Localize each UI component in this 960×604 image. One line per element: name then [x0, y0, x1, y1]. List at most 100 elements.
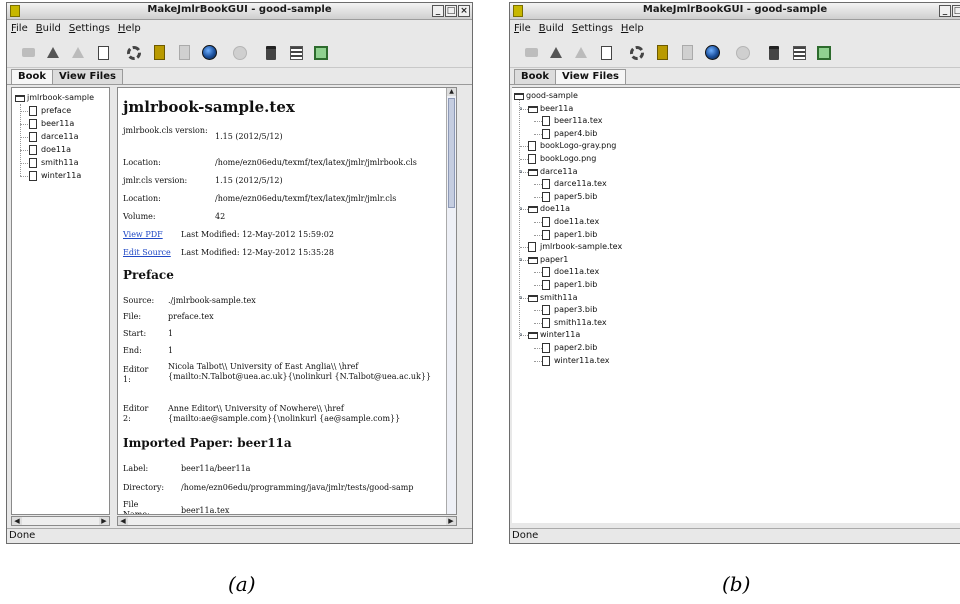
image-icon [314, 45, 328, 60]
paper-key: File Name: [123, 500, 150, 515]
tree-label: jmlrbook-sample [27, 93, 94, 102]
maximize-button[interactable]: □ [445, 5, 457, 17]
maximize-button[interactable]: □ [952, 5, 960, 17]
pdf-modified: Last Modified: 12-May-2012 15:59:02 [181, 230, 334, 239]
new-document-button[interactable] [595, 42, 617, 64]
preface-value: 1 [168, 346, 174, 355]
meta-key: jmlr.cls version: [123, 176, 188, 185]
open-button[interactable] [520, 42, 542, 64]
upload-button[interactable] [42, 42, 64, 64]
close-button[interactable]: × [458, 5, 470, 17]
file-icon [29, 106, 37, 116]
file-icon [542, 116, 550, 127]
file-icon [542, 267, 550, 278]
file-icon [542, 179, 550, 190]
tree-label: doe11a [540, 204, 570, 214]
menu-file[interactable]: File [514, 21, 531, 37]
tab-view-files[interactable]: View Files [555, 69, 626, 84]
settings-button[interactable] [626, 42, 648, 64]
scroll-right-icon[interactable]: ▶ [446, 517, 456, 525]
edit-source-link[interactable]: Edit Source [123, 248, 171, 258]
paper-key: Directory: [123, 483, 165, 492]
tree-label: paper1 [540, 254, 569, 264]
tab-bar: Book View Files [11, 69, 123, 84]
tree-label: paper1.bib [554, 229, 598, 239]
browser-button[interactable] [701, 42, 723, 64]
book-gray-button[interactable] [173, 42, 195, 64]
view-pdf-link[interactable]: View PDF [123, 230, 163, 240]
tree-label: doe11a.tex [554, 217, 600, 226]
upload-icon [550, 47, 562, 58]
title-bar[interactable]: MakeJmlrBookGUI - good-sample _ □ [510, 3, 960, 20]
status-bar: Done [512, 530, 539, 541]
build-book-button[interactable] [651, 42, 673, 64]
minimize-button[interactable]: _ [432, 5, 444, 17]
preface-value: 1 [168, 329, 174, 338]
file-icon [528, 242, 536, 253]
upload-icon [47, 47, 59, 58]
scroll-up-icon[interactable]: ▲ [447, 88, 456, 96]
minimize-button[interactable]: _ [939, 5, 951, 17]
image-button[interactable] [310, 42, 332, 64]
stop-button[interactable] [229, 42, 251, 64]
details-horizontal-scrollbar[interactable]: ◀ ▶ [117, 516, 457, 526]
meta-key: Location: [123, 158, 161, 167]
tree-horizontal-scrollbar[interactable]: ◀ ▶ [11, 516, 110, 526]
open-button[interactable] [17, 42, 39, 64]
tab-bar: Book View Files [514, 69, 626, 84]
meta-value: 42 [215, 212, 226, 221]
new-document-button[interactable] [92, 42, 114, 64]
document-icon [97, 45, 109, 60]
delete-button[interactable] [763, 42, 785, 64]
stop-button[interactable] [732, 42, 754, 64]
menu-settings[interactable]: Settings [69, 21, 110, 37]
build-book-button[interactable] [148, 42, 170, 64]
preface-key: End: [123, 346, 142, 355]
scroll-thumb[interactable] [448, 98, 455, 208]
file-icon [542, 217, 550, 227]
menu-settings[interactable]: Settings [572, 21, 613, 37]
menu-build[interactable]: Build [36, 21, 61, 37]
menu-help[interactable]: Help [621, 21, 644, 37]
scroll-left-icon[interactable]: ◀ [12, 517, 22, 525]
delete-button[interactable] [260, 42, 282, 64]
window-title: MakeJmlrBookGUI - good-sample [147, 4, 332, 15]
file-icon [542, 317, 550, 328]
title-bar[interactable]: MakeJmlrBookGUI - good-sample _ □ × [7, 3, 472, 20]
menu-file[interactable]: File [11, 21, 28, 37]
menu-help[interactable]: Help [118, 21, 141, 37]
image-button[interactable] [813, 42, 835, 64]
tab-book[interactable]: Book [11, 69, 54, 84]
folder-icon [528, 206, 538, 214]
tree-label: paper1.bib [554, 280, 598, 289]
file-icon [542, 343, 550, 353]
folder-icon [514, 93, 524, 100]
upload-disabled-button[interactable] [570, 42, 592, 64]
preface-value: Anne Editor\\ University of Nowhere\\ \h… [168, 404, 401, 423]
tree-label: smith11a [540, 292, 578, 302]
book-gray-button[interactable] [676, 42, 698, 64]
file-icon [542, 128, 550, 139]
upload-icon [72, 47, 84, 58]
menu-build[interactable]: Build [539, 21, 564, 37]
details-vertical-scrollbar[interactable]: ▲ [446, 88, 456, 514]
tree-label: darce11a [540, 166, 578, 176]
caption-a: (a) [228, 572, 256, 596]
upload-button[interactable] [545, 42, 567, 64]
browser-button[interactable] [198, 42, 220, 64]
imported-paper-heading: Imported Paper: beer11a [123, 436, 292, 450]
book-tree: jmlrbook-sample preface beer11a darce11a… [11, 87, 110, 515]
tree-label: bookLogo.png [540, 154, 597, 163]
scroll-right-icon[interactable]: ▶ [99, 517, 109, 525]
book-icon [153, 45, 165, 60]
scroll-left-icon[interactable]: ◀ [118, 517, 128, 525]
document-icon [600, 45, 612, 60]
list-button[interactable] [285, 42, 307, 64]
toolbar [7, 38, 472, 68]
tab-book[interactable]: Book [514, 69, 557, 84]
upload-disabled-button[interactable] [67, 42, 89, 64]
tab-view-files[interactable]: View Files [52, 69, 123, 84]
list-button[interactable] [788, 42, 810, 64]
meta-value: /home/ezn06edu/texmf/tex/latex/jmlr/jmlr… [215, 194, 397, 203]
settings-button[interactable] [123, 42, 145, 64]
